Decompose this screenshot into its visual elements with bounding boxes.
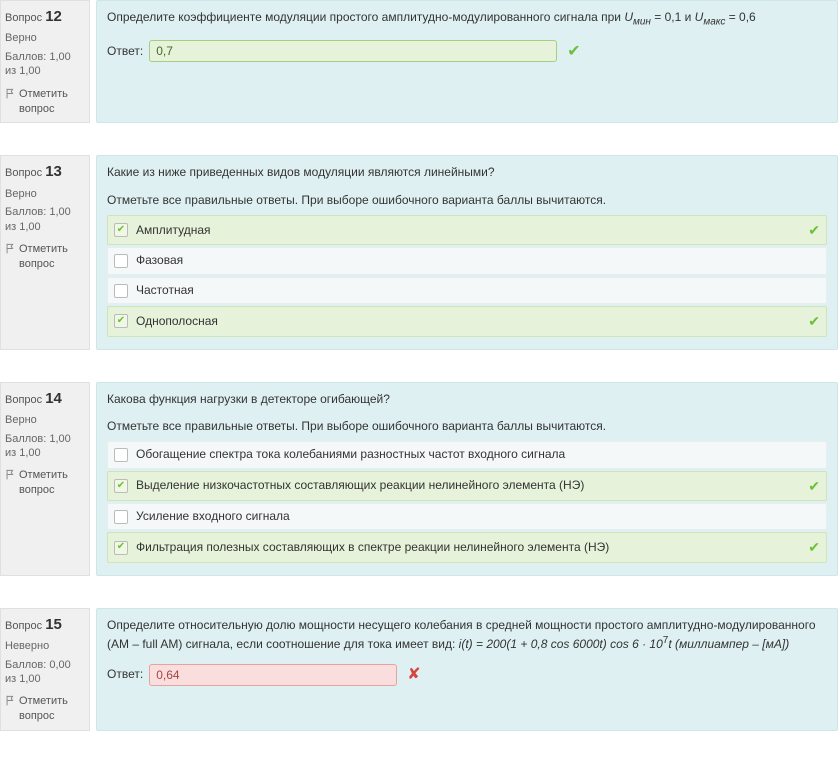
instruction-text: Отметьте все правильные ответы. При выбо… [107, 418, 827, 435]
answer-label: Ответ: [107, 43, 143, 60]
question-text: Какова функция нагрузки в детекторе огиб… [107, 391, 827, 408]
question-label: Вопрос [5, 167, 42, 179]
option-row[interactable]: ✔ Амплитудная ✔ [107, 215, 827, 245]
answer-label: Ответ: [107, 666, 143, 683]
option-label: Частотная [136, 282, 820, 299]
flag-question-link[interactable]: Отметить вопрос [5, 468, 85, 498]
question-number: 14 [45, 390, 62, 407]
question-row: Вопрос 13 Верно Баллов: 1,00 из 1,00 Отмети… [0, 155, 838, 349]
question-content: Определите коэффициенте модуляции просто… [96, 0, 838, 123]
check-icon: ✔ [808, 537, 820, 557]
cross-icon: ✘ [407, 663, 420, 686]
question-content: Определите относительную долю мощности н… [96, 608, 838, 731]
option-row[interactable]: ✔ Однополосная ✔ [107, 306, 827, 336]
checkbox-icon: ✔ [114, 541, 128, 555]
question-row: Вопрос 14 Верно Баллов: 1,00 из 1,00 Отмети… [0, 382, 838, 576]
question-number: 13 [45, 163, 62, 180]
option-row[interactable]: Частотная [107, 277, 827, 304]
question-grade: Баллов: 0,00 из 1,00 [5, 658, 85, 687]
option-label: Фильтрация полезных составляющих в спект… [136, 539, 796, 556]
option-label: Фазовая [136, 252, 820, 269]
question-text: Какие из ниже приведенных видов модуляци… [107, 164, 827, 181]
checkbox-icon [114, 448, 128, 462]
question-row: Вопрос 15 Неверно Баллов: 0,00 из 1,00 Отме… [0, 608, 838, 731]
checkbox-icon [114, 510, 128, 524]
option-row[interactable]: ✔ Фильтрация полезных составляющих в спек… [107, 532, 827, 562]
question-label: Вопрос [5, 620, 42, 632]
question-content: Какие из ниже приведенных видов модуляци… [96, 155, 838, 349]
check-icon: ✔ [567, 40, 580, 63]
flag-question-link[interactable]: Отметить вопрос [5, 694, 85, 724]
question-grade: Баллов: 1,00 из 1,00 [5, 432, 85, 461]
question-info: Вопрос 12 Верно Баллов: 1,00 из 1,00 Отмети… [0, 0, 90, 123]
option-label: Однополосная [136, 313, 796, 330]
option-label: Усиление входного сигнала [136, 508, 820, 525]
option-label: Обогащение спектра тока колебаниями разн… [136, 446, 820, 463]
flag-question-link[interactable]: Отметить вопрос [5, 87, 85, 117]
checkbox-icon: ✔ [114, 314, 128, 328]
option-label: Амплитудная [136, 222, 796, 239]
check-icon: ✔ [808, 476, 820, 496]
question-state: Верно [5, 413, 85, 428]
flag-question-link[interactable]: Отметить вопрос [5, 242, 85, 272]
question-label: Вопрос [5, 394, 42, 406]
question-state: Верно [5, 31, 85, 46]
check-icon: ✔ [808, 311, 820, 331]
question-content: Какова функция нагрузки в детекторе огиб… [96, 382, 838, 576]
question-grade: Баллов: 1,00 из 1,00 [5, 50, 85, 79]
question-state: Неверно [5, 639, 85, 654]
option-label: Выделение низкочастотных составляющих ре… [136, 477, 796, 494]
flag-label: Отметить вопрос [19, 468, 85, 498]
question-number: 15 [45, 616, 62, 633]
flag-label: Отметить вопрос [19, 242, 85, 272]
question-info: Вопрос 15 Неверно Баллов: 0,00 из 1,00 Отме… [0, 608, 90, 731]
checkbox-icon: ✔ [114, 479, 128, 493]
question-number: 12 [45, 8, 62, 25]
option-row[interactable]: Фазовая [107, 247, 827, 274]
answer-input[interactable] [149, 664, 397, 686]
checkbox-icon: ✔ [114, 223, 128, 237]
instruction-text: Отметьте все правильные ответы. При выбо… [107, 192, 827, 209]
question-grade: Баллов: 1,00 из 1,00 [5, 205, 85, 234]
checkbox-icon [114, 254, 128, 268]
question-text: Определите коэффициенте модуляции просто… [107, 9, 827, 30]
question-info: Вопрос 13 Верно Баллов: 1,00 из 1,00 Отмети… [0, 155, 90, 349]
option-row[interactable]: ✔ Выделение низкочастотных составляющих р… [107, 471, 827, 501]
question-text: Определите относительную долю мощности н… [107, 617, 827, 654]
answer-input[interactable] [149, 40, 557, 62]
question-label: Вопрос [5, 12, 42, 24]
question-state: Верно [5, 187, 85, 202]
question-row: Вопрос 12 Верно Баллов: 1,00 из 1,00 Отмети… [0, 0, 838, 123]
flag-label: Отметить вопрос [19, 694, 85, 724]
option-row[interactable]: Усиление входного сигнала [107, 503, 827, 530]
flag-label: Отметить вопрос [19, 87, 85, 117]
question-info: Вопрос 14 Верно Баллов: 1,00 из 1,00 Отмети… [0, 382, 90, 576]
check-icon: ✔ [808, 220, 820, 240]
checkbox-icon [114, 284, 128, 298]
option-row[interactable]: Обогащение спектра тока колебаниями разн… [107, 441, 827, 468]
